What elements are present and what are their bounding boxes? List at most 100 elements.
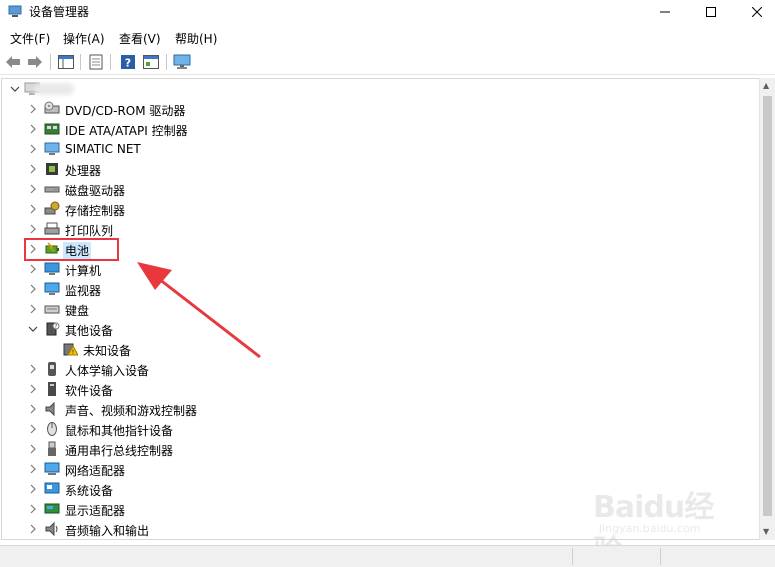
tree-item-label: 未知设备 (83, 344, 132, 358)
tree-item-label: 网络适配器 (65, 464, 126, 478)
menu-file[interactable]: 文件(F) (10, 30, 50, 47)
run-action-button[interactable] (141, 52, 161, 72)
chevron-right-icon[interactable] (26, 362, 40, 376)
tree-category-row[interactable]: 键盘 (2, 299, 742, 319)
computer-icon (44, 262, 60, 275)
tree-item-label: 存储控制器 (65, 204, 126, 218)
tree-category-row[interactable]: IDE ATA/ATAPI 控制器 (2, 119, 742, 139)
tree-item-label: 计算机 (65, 264, 102, 278)
close-icon (752, 7, 762, 17)
chevron-right-icon[interactable] (26, 162, 40, 176)
forward-arrow-icon (28, 56, 42, 68)
tree-root-row[interactable] (2, 79, 742, 99)
chevron-right-icon[interactable] (26, 122, 40, 136)
scroll-thumb[interactable] (763, 96, 772, 516)
computer-name-redacted (34, 83, 74, 95)
status-separator (572, 548, 573, 565)
chevron-down-icon[interactable] (26, 322, 40, 336)
toolbar-separator (50, 54, 51, 70)
properties-button[interactable] (86, 52, 106, 72)
chevron-right-icon[interactable] (26, 382, 40, 396)
chevron-right-icon[interactable] (26, 402, 40, 416)
tree-item-label: 打印队列 (65, 224, 114, 238)
chevron-right-icon[interactable] (26, 462, 40, 476)
chevron-right-icon[interactable] (26, 442, 40, 456)
tree-category-row[interactable]: 监视器 (2, 279, 742, 299)
tree-category-row[interactable]: 计算机 (2, 259, 742, 279)
chevron-right-icon[interactable] (26, 142, 40, 156)
tree-category-row[interactable]: DVD/CD-ROM 驱动器 (2, 99, 742, 119)
tree-child-row[interactable]: ! 未知设备 (2, 339, 742, 359)
close-button[interactable] (734, 0, 775, 24)
chevron-right-icon[interactable] (26, 522, 40, 536)
disk-drive-icon (44, 186, 60, 193)
scroll-up-icon[interactable]: ▲ (763, 81, 769, 90)
menu-bar: 文件(F) 操作(A) 查看(V) 帮助(H) (0, 27, 775, 47)
chevron-right-icon[interactable] (26, 502, 40, 516)
software-device-icon (48, 382, 56, 396)
chevron-right-icon[interactable] (26, 102, 40, 116)
tree-category-row[interactable]: 网络适配器 (2, 459, 742, 479)
help-button[interactable]: ? (118, 52, 138, 72)
minimize-icon (660, 11, 670, 13)
menu-help[interactable]: 帮助(H) (175, 30, 217, 47)
chevron-right-icon[interactable] (26, 182, 40, 196)
annotation-highlight-box (24, 238, 119, 261)
minimize-button[interactable] (642, 0, 688, 24)
tree-category-row[interactable]: 存储控制器 (2, 199, 742, 219)
network-monitor-icon (44, 142, 60, 155)
vertical-scrollbar[interactable]: ▲ ▼ (759, 78, 775, 540)
tree-category-row[interactable]: 鼠标和其他指针设备 (2, 419, 742, 439)
menu-view[interactable]: 查看(V) (119, 30, 161, 47)
tree-item-label: 监视器 (65, 284, 102, 298)
ide-controller-icon (44, 123, 60, 135)
tree-category-row[interactable]: 处理器 (2, 159, 742, 179)
storage-controller-icon (44, 201, 60, 215)
audio-io-icon (45, 521, 58, 537)
tree-item-label: DVD/CD-ROM 驱动器 (65, 104, 186, 118)
run-action-icon (143, 55, 159, 69)
status-separator (660, 548, 661, 565)
network-adapter-icon (44, 462, 60, 475)
scroll-down-icon[interactable]: ▼ (763, 527, 769, 536)
chevron-right-icon[interactable] (26, 422, 40, 436)
chevron-right-icon[interactable] (26, 282, 40, 296)
menu-action[interactable]: 操作(A) (63, 30, 105, 47)
chevron-right-icon[interactable] (26, 222, 40, 236)
tree-item-label: 通用串行总线控制器 (65, 444, 174, 458)
tree-category-row[interactable]: SIMATIC NET (2, 139, 742, 159)
tree-item-label: 鼠标和其他指针设备 (65, 424, 174, 438)
title-bar: 设备管理器 (0, 0, 775, 24)
monitor-icon (44, 282, 60, 295)
tree-category-row[interactable]: ? 其他设备 (2, 319, 742, 339)
chevron-right-icon[interactable] (26, 202, 40, 216)
mouse-icon (47, 422, 57, 436)
tree-category-row[interactable]: 软件设备 (2, 379, 742, 399)
maximize-button[interactable] (688, 0, 734, 24)
chevron-right-icon[interactable] (26, 482, 40, 496)
show-hide-tree-button[interactable] (56, 52, 76, 72)
unknown-device-warning-icon: ! (63, 343, 78, 356)
status-bar (0, 545, 775, 567)
tree-category-row[interactable]: 声音、视频和游戏控制器 (2, 399, 742, 419)
chevron-down-icon[interactable] (8, 82, 22, 96)
tree-category-row[interactable]: 通用串行总线控制器 (2, 439, 742, 459)
tree-category-row[interactable]: 磁盘驱动器 (2, 179, 742, 199)
processor-icon (46, 163, 58, 175)
back-button[interactable] (3, 52, 23, 72)
tree-item-label: 人体学输入设备 (65, 364, 150, 378)
chevron-right-icon[interactable] (26, 302, 40, 316)
chevron-right-icon[interactable] (26, 262, 40, 276)
window-title: 设备管理器 (29, 5, 90, 19)
toolbar-separator (80, 54, 81, 70)
other-devices-icon: ? (46, 322, 60, 336)
print-queue-icon (44, 222, 60, 235)
forward-button[interactable] (25, 52, 45, 72)
tree-category-row[interactable]: 打印队列 (2, 219, 742, 239)
scan-hardware-button[interactable] (172, 52, 192, 72)
show-hide-tree-icon (58, 55, 74, 69)
tree-category-row[interactable]: 人体学输入设备 (2, 359, 742, 379)
device-tree[interactable]: DVD/CD-ROM 驱动器 IDE ATA/ATAPI 控制器 SIMATIC N… (1, 78, 759, 540)
tree-item-label: 音频输入和输出 (65, 524, 150, 538)
tree-item-label: IDE ATA/ATAPI 控制器 (65, 124, 188, 138)
